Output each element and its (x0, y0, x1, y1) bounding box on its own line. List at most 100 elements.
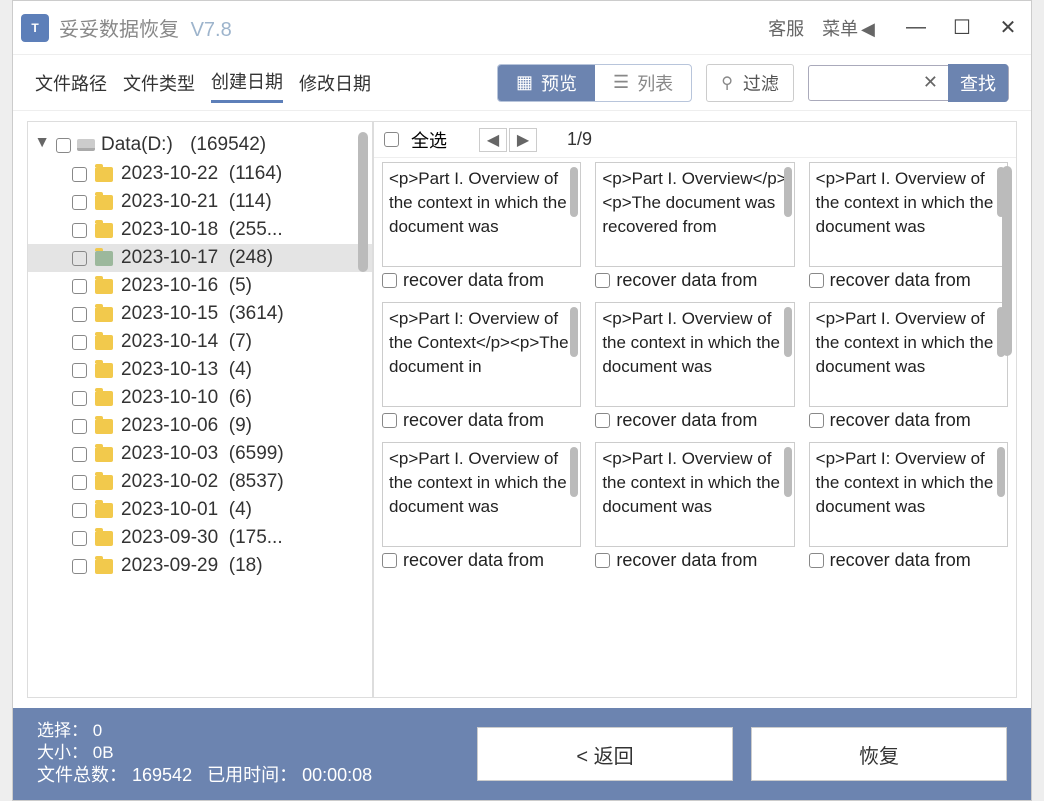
file-checkbox[interactable] (595, 413, 610, 428)
file-card[interactable]: <p>Part I. Overview of the context in wh… (595, 302, 794, 434)
prev-page-button[interactable]: ◀ (479, 128, 507, 152)
sidebar-scrollbar[interactable] (358, 132, 368, 272)
folder-icon (95, 223, 113, 238)
folder-node[interactable]: 2023-10-03 (6599) (28, 440, 372, 468)
file-card[interactable]: <p>Part I. Overview</p><p>The document w… (595, 162, 794, 294)
folder-icon (95, 447, 113, 462)
folder-node[interactable]: 2023-09-29 (18) (28, 552, 372, 580)
folder-label: 2023-10-16 (5) (121, 275, 252, 297)
folder-node[interactable]: 2023-10-02 (8537) (28, 468, 372, 496)
folder-node[interactable]: 2023-10-01 (4) (28, 496, 372, 524)
tab-file-type[interactable]: 文件类型 (123, 64, 195, 102)
checkbox[interactable] (72, 503, 87, 518)
maximize-button[interactable]: ☐ (939, 5, 985, 51)
file-preview: <p>Part I. Overview of the context in wh… (595, 302, 794, 407)
folder-icon (95, 307, 113, 322)
tab-create-date[interactable]: 创建日期 (211, 62, 283, 103)
file-card[interactable]: <p>Part I. Overview of the context in wh… (382, 162, 581, 294)
main-panel: 全选 ◀ ▶ 1/9 <p>Part I. Overview of the co… (373, 121, 1017, 698)
select-all-checkbox[interactable] (384, 132, 399, 147)
thumb-scrollbar[interactable] (570, 307, 578, 357)
folder-node[interactable]: 2023-10-13 (4) (28, 356, 372, 384)
recover-button[interactable]: 恢复 (751, 727, 1007, 781)
thumb-scrollbar[interactable] (784, 167, 792, 217)
drive-node[interactable]: ▶ Data(D:) (169542) (28, 130, 372, 160)
file-preview: <p>Part I. Overview of the context in wh… (382, 442, 581, 547)
checkbox[interactable] (72, 531, 87, 546)
folder-node[interactable]: 2023-10-14 (7) (28, 328, 372, 356)
checkbox[interactable] (56, 138, 71, 153)
file-checkbox[interactable] (382, 553, 397, 568)
grid-scrollbar[interactable] (1002, 166, 1012, 356)
folder-node[interactable]: 2023-10-06 (9) (28, 412, 372, 440)
checkbox[interactable] (72, 391, 87, 406)
search-button[interactable]: 查找 (948, 64, 1008, 102)
folder-node[interactable]: 2023-10-10 (6) (28, 384, 372, 412)
folder-icon (95, 531, 113, 546)
file-checkbox[interactable] (809, 553, 824, 568)
file-name: recover data from (403, 550, 544, 571)
customer-service-link[interactable]: 客服 (768, 15, 804, 41)
checkbox[interactable] (72, 251, 87, 266)
filter-button[interactable]: ⚲过滤 (706, 64, 794, 102)
thumb-scrollbar[interactable] (784, 307, 792, 357)
thumb-scrollbar[interactable] (997, 447, 1005, 497)
checkbox[interactable] (72, 307, 87, 322)
clear-search-icon[interactable]: ✕ (913, 72, 948, 93)
folder-label: 2023-10-13 (4) (121, 359, 252, 381)
folder-label: 2023-10-22 (1164) (121, 163, 282, 185)
search-input[interactable] (809, 70, 913, 96)
folder-label: 2023-10-21 (114) (121, 191, 272, 213)
file-name: recover data from (616, 410, 757, 431)
folder-node[interactable]: 2023-10-16 (5) (28, 272, 372, 300)
folder-label: 2023-10-15 (3614) (121, 303, 284, 325)
preview-view-button[interactable]: ▦预览 (498, 65, 595, 101)
file-card[interactable]: <p>Part I: Overview of the context in wh… (809, 442, 1008, 574)
tab-modify-date[interactable]: 修改日期 (299, 64, 371, 102)
next-page-button[interactable]: ▶ (509, 128, 537, 152)
checkbox[interactable] (72, 363, 87, 378)
tab-file-path[interactable]: 文件路径 (35, 64, 107, 102)
checkbox[interactable] (72, 559, 87, 574)
back-button[interactable]: < 返回 (477, 727, 733, 781)
checkbox[interactable] (72, 223, 87, 238)
view-toggle: ▦预览 ☰列表 (497, 64, 692, 102)
file-checkbox[interactable] (809, 273, 824, 288)
file-card[interactable]: <p>Part I. Overview of the context in wh… (382, 442, 581, 574)
checkbox[interactable] (72, 167, 87, 182)
checkbox[interactable] (72, 475, 87, 490)
file-card[interactable]: <p>Part I. Overview of the context in wh… (595, 442, 794, 574)
checkbox[interactable] (72, 335, 87, 350)
checkbox[interactable] (72, 419, 87, 434)
list-icon: ☰ (613, 72, 629, 93)
file-card[interactable]: <p>Part I: Overview of the Context</p><p… (382, 302, 581, 434)
folder-label: 2023-10-14 (7) (121, 331, 252, 353)
close-button[interactable]: ✕ (985, 5, 1031, 51)
file-checkbox[interactable] (382, 413, 397, 428)
thumb-scrollbar[interactable] (570, 447, 578, 497)
thumb-scrollbar[interactable] (570, 167, 578, 217)
folder-node[interactable]: 2023-09-30 (175... (28, 524, 372, 552)
file-name: recover data from (403, 410, 544, 431)
folder-node[interactable]: 2023-10-22 (1164) (28, 160, 372, 188)
folder-label: 2023-10-03 (6599) (121, 443, 284, 465)
titlebar: T 妥妥数据恢复 V7.8 客服 菜单▶ — ☐ ✕ (13, 1, 1031, 55)
folder-node[interactable]: 2023-10-18 (255... (28, 216, 372, 244)
file-checkbox[interactable] (595, 273, 610, 288)
file-card[interactable]: <p>Part I. Overview of the context in wh… (809, 162, 1008, 294)
checkbox[interactable] (72, 447, 87, 462)
file-checkbox[interactable] (595, 553, 610, 568)
folder-node[interactable]: 2023-10-21 (114) (28, 188, 372, 216)
file-checkbox[interactable] (809, 413, 824, 428)
checkbox[interactable] (72, 279, 87, 294)
minimize-button[interactable]: — (893, 5, 939, 51)
thumb-scrollbar[interactable] (784, 447, 792, 497)
folder-node[interactable]: 2023-10-15 (3614) (28, 300, 372, 328)
file-checkbox[interactable] (382, 273, 397, 288)
menu-dropdown[interactable]: 菜单▶ (822, 15, 875, 41)
folder-node[interactable]: 2023-10-17 (248) (28, 244, 372, 272)
file-preview: <p>Part I: Overview of the context in wh… (809, 442, 1008, 547)
list-view-button[interactable]: ☰列表 (595, 65, 691, 101)
checkbox[interactable] (72, 195, 87, 210)
file-card[interactable]: <p>Part I. Overview of the context in wh… (809, 302, 1008, 434)
